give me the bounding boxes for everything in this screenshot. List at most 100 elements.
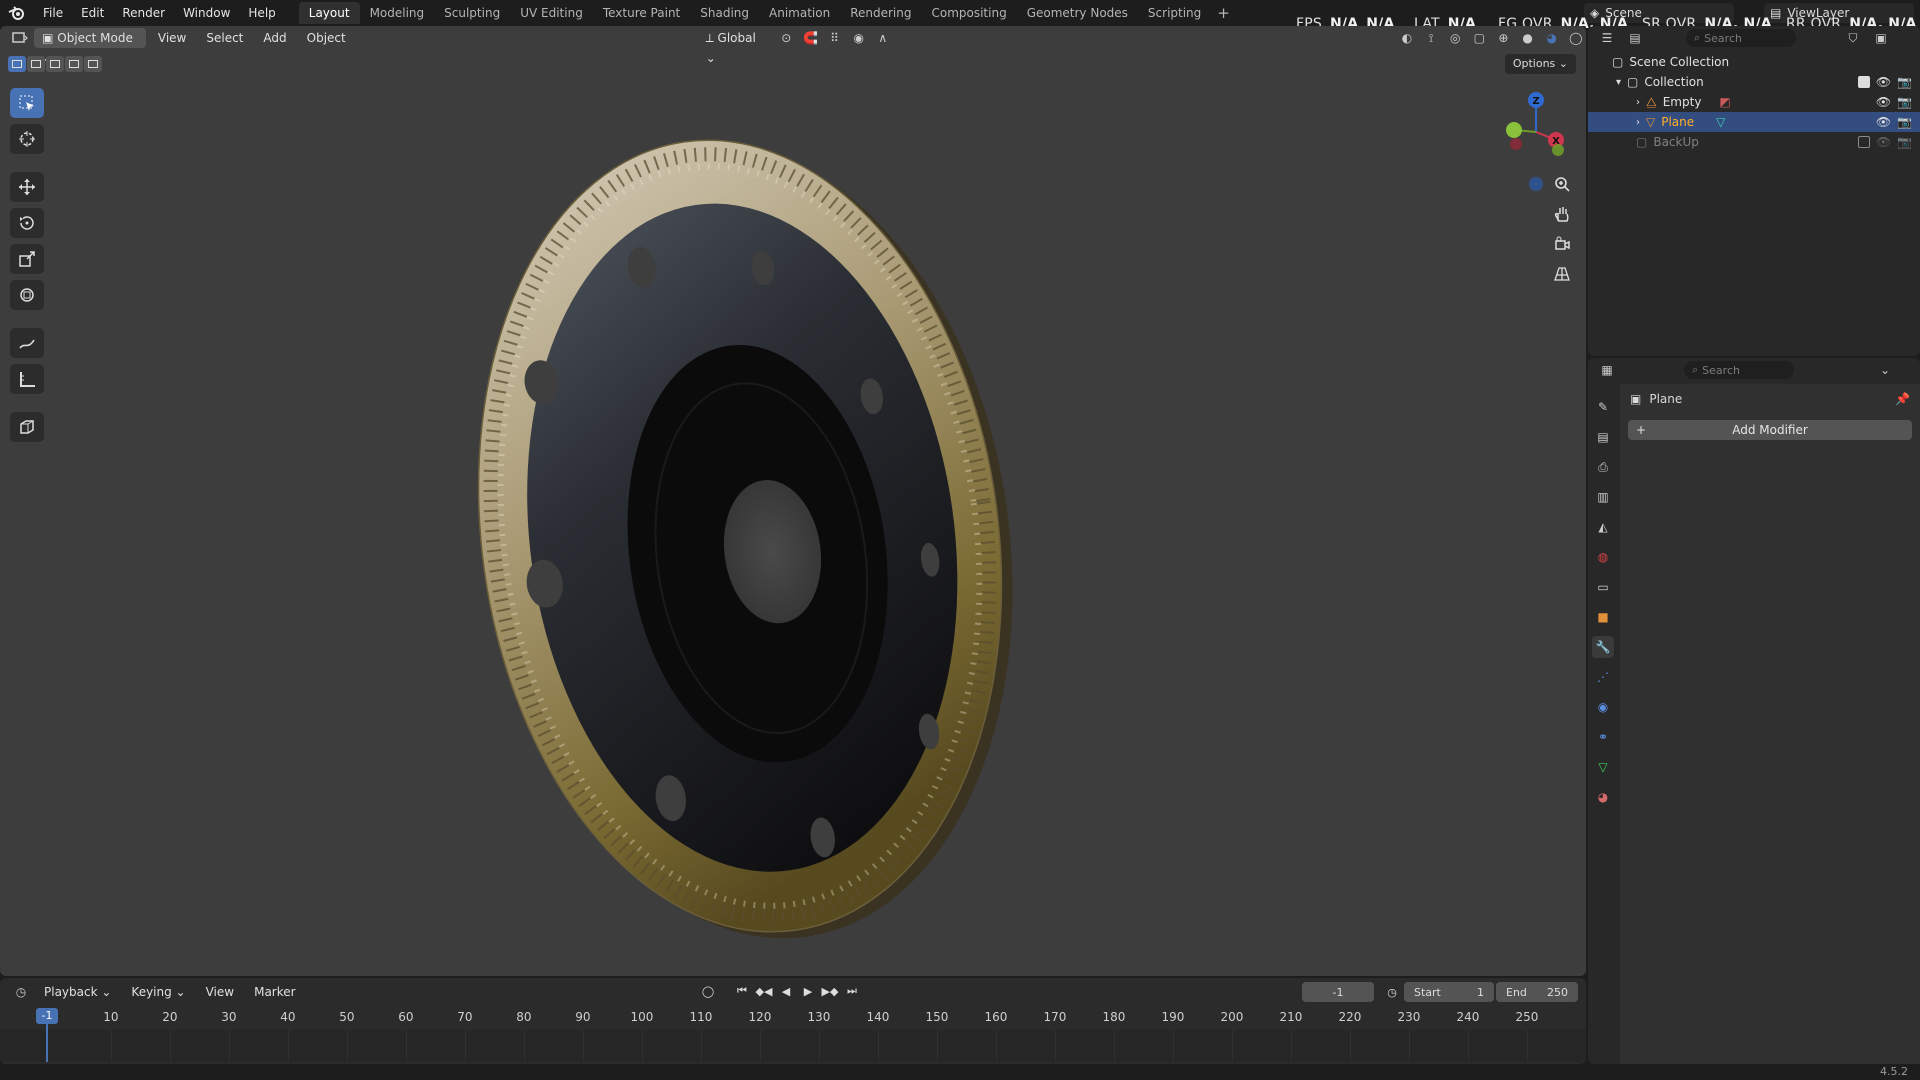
jump-end-icon[interactable]: ⏭	[844, 982, 860, 1000]
auto-keying-icon[interactable]: ◯	[700, 982, 716, 1000]
menu-timeline-view[interactable]: View	[198, 982, 242, 1002]
tab-texture-paint[interactable]: Texture Paint	[593, 2, 690, 24]
expand-chevron-icon[interactable]: ›	[1636, 117, 1640, 128]
menu-keying[interactable]: Keying ⌄	[123, 982, 193, 1002]
modifier-tab-icon[interactable]: 🔧	[1592, 636, 1614, 658]
tab-rendering[interactable]: Rendering	[840, 2, 921, 24]
camera-icon[interactable]: 📷	[1897, 135, 1912, 149]
transform-orientation-dropdown[interactable]: ⟂ Global ⌄	[698, 28, 773, 65]
overlays-icon[interactable]: ◎	[1445, 28, 1465, 48]
include-checkbox[interactable]	[1857, 76, 1870, 88]
menu-add[interactable]: Add	[255, 28, 294, 48]
menu-select[interactable]: Select	[198, 28, 251, 48]
view-layer-tab-icon[interactable]: ▥	[1592, 486, 1614, 508]
falloff-icon[interactable]: ∧	[873, 28, 893, 48]
tab-compositing[interactable]: Compositing	[921, 2, 1016, 24]
tab-layout[interactable]: Layout	[298, 2, 360, 24]
scene-collection-row[interactable]: ▢ Scene Collection	[1588, 52, 1920, 72]
tool-tab-icon[interactable]: ✎	[1592, 396, 1614, 418]
add-workspace-button[interactable]: +	[1211, 4, 1236, 22]
current-frame-field[interactable]: -1	[1302, 982, 1374, 1002]
timeline-editor-icon[interactable]: ◷	[10, 982, 32, 1002]
output-tab-icon[interactable]: ⎙	[1592, 456, 1614, 478]
collapse-chevron-icon[interactable]: ▾	[1616, 77, 1621, 88]
solid-shading-icon[interactable]: ●	[1518, 28, 1538, 48]
outliner-item-empty[interactable]: › ⧋ Empty ◩ 👁 📷	[1588, 92, 1920, 112]
rendered-shading-icon[interactable]: ◯	[1566, 28, 1586, 48]
eye-icon[interactable]: 👁	[1876, 135, 1891, 149]
add-cube-tool-icon[interactable]	[10, 412, 44, 442]
object-mode-dropdown[interactable]: ▣ Object Mode ⌄	[34, 28, 146, 65]
preview-range-icon[interactable]: ◷	[1384, 983, 1400, 1001]
pin-icon[interactable]: 📌	[1895, 392, 1910, 406]
properties-search-input[interactable]: ⌕ Search	[1684, 361, 1794, 379]
menu-render[interactable]: Render	[113, 0, 174, 26]
outliner-item-plane[interactable]: › ▽ Plane ▽ 👁 📷	[1588, 112, 1920, 132]
annotate-tool-icon[interactable]	[10, 328, 44, 358]
proportional-editing-icon[interactable]: ◉	[849, 28, 869, 48]
measure-tool-icon[interactable]	[10, 364, 44, 394]
object-visibility-icon[interactable]: ◐	[1397, 28, 1417, 48]
camera-view-icon[interactable]	[1548, 230, 1576, 258]
expand-chevron-icon[interactable]: ›	[1636, 97, 1640, 108]
properties-editor-icon[interactable]: ▦	[1596, 360, 1618, 380]
menu-edit[interactable]: Edit	[72, 0, 113, 26]
material-tab-icon[interactable]: ◕	[1592, 786, 1614, 808]
render-tab-icon[interactable]: ▤	[1592, 426, 1614, 448]
jump-keyframe-forward-icon[interactable]: ▶◆	[822, 982, 839, 1000]
xray-icon[interactable]: ▢	[1469, 28, 1489, 48]
camera-icon[interactable]: 📷	[1897, 95, 1912, 109]
select-box-tool-icon[interactable]	[10, 88, 44, 118]
editor-type-icon[interactable]	[10, 28, 30, 48]
start-frame-field[interactable]: Start 1	[1404, 982, 1494, 1002]
tab-geometry-nodes[interactable]: Geometry Nodes	[1017, 2, 1138, 24]
tab-shading[interactable]: Shading	[690, 2, 759, 24]
menu-marker[interactable]: Marker	[246, 982, 303, 1002]
tab-sculpting[interactable]: Sculpting	[434, 2, 510, 24]
include-checkbox[interactable]	[1857, 136, 1870, 148]
material-preview-icon[interactable]: ◕	[1542, 28, 1562, 48]
menu-view[interactable]: View	[150, 28, 194, 48]
eye-icon[interactable]: 👁	[1876, 115, 1891, 129]
select-extend-icon[interactable]	[27, 56, 45, 72]
menu-playback[interactable]: Playback ⌄	[36, 982, 119, 1002]
select-invert-icon[interactable]	[65, 56, 83, 72]
add-modifier-button[interactable]: + Add Modifier	[1628, 420, 1912, 440]
select-new-icon[interactable]	[8, 56, 26, 72]
data-tab-icon[interactable]: ▽	[1592, 756, 1614, 778]
physics-tab-icon[interactable]: ◉	[1592, 696, 1614, 718]
play-reverse-icon[interactable]: ◀	[778, 982, 794, 1000]
tab-animation[interactable]: Animation	[759, 2, 840, 24]
menu-object[interactable]: Object	[299, 28, 354, 48]
timeline-track[interactable]	[0, 1030, 1586, 1062]
scale-tool-icon[interactable]	[10, 244, 44, 274]
menu-window[interactable]: Window	[174, 0, 239, 26]
constraints-tab-icon[interactable]: ⚭	[1592, 726, 1614, 748]
play-icon[interactable]: ▶	[800, 982, 816, 1000]
tab-scripting[interactable]: Scripting	[1138, 2, 1211, 24]
select-intersect-icon[interactable]	[84, 56, 102, 72]
rotate-tool-icon[interactable]	[10, 208, 44, 238]
world-tab-icon[interactable]: ◍	[1592, 546, 1614, 568]
viewport-gizmos-icon[interactable]: ⟟	[1421, 28, 1441, 48]
perspective-toggle-icon[interactable]	[1548, 260, 1576, 288]
jump-start-icon[interactable]: ⏮	[734, 982, 750, 1000]
move-tool-icon[interactable]	[10, 172, 44, 202]
pivot-point-icon[interactable]: ⊙	[776, 28, 796, 48]
zoom-icon[interactable]	[1548, 170, 1576, 198]
frame-ruler[interactable]: 10 20 30 40 50 60 70 80 90 100 110 120 130 140 150 160 1…	[0, 1006, 1586, 1028]
camera-icon[interactable]: 📷	[1897, 75, 1912, 89]
tab-modeling[interactable]: Modeling	[360, 2, 435, 24]
eye-icon[interactable]: 👁	[1876, 95, 1891, 109]
menu-file[interactable]: File	[34, 0, 72, 26]
transform-tool-icon[interactable]	[10, 280, 44, 310]
pan-hand-icon[interactable]	[1548, 200, 1576, 228]
scene-tab-icon[interactable]: ◭	[1592, 516, 1614, 538]
cursor-tool-icon[interactable]	[10, 124, 44, 154]
filter-icon[interactable]: ⛉	[1842, 28, 1864, 48]
tab-uv-editing[interactable]: UV Editing	[510, 2, 593, 24]
end-frame-field[interactable]: End 250	[1496, 982, 1578, 1002]
new-collection-icon[interactable]: ▣	[1870, 28, 1892, 48]
object-tab-icon[interactable]: ■	[1592, 606, 1614, 628]
snap-icon[interactable]: 🧲	[800, 28, 820, 48]
